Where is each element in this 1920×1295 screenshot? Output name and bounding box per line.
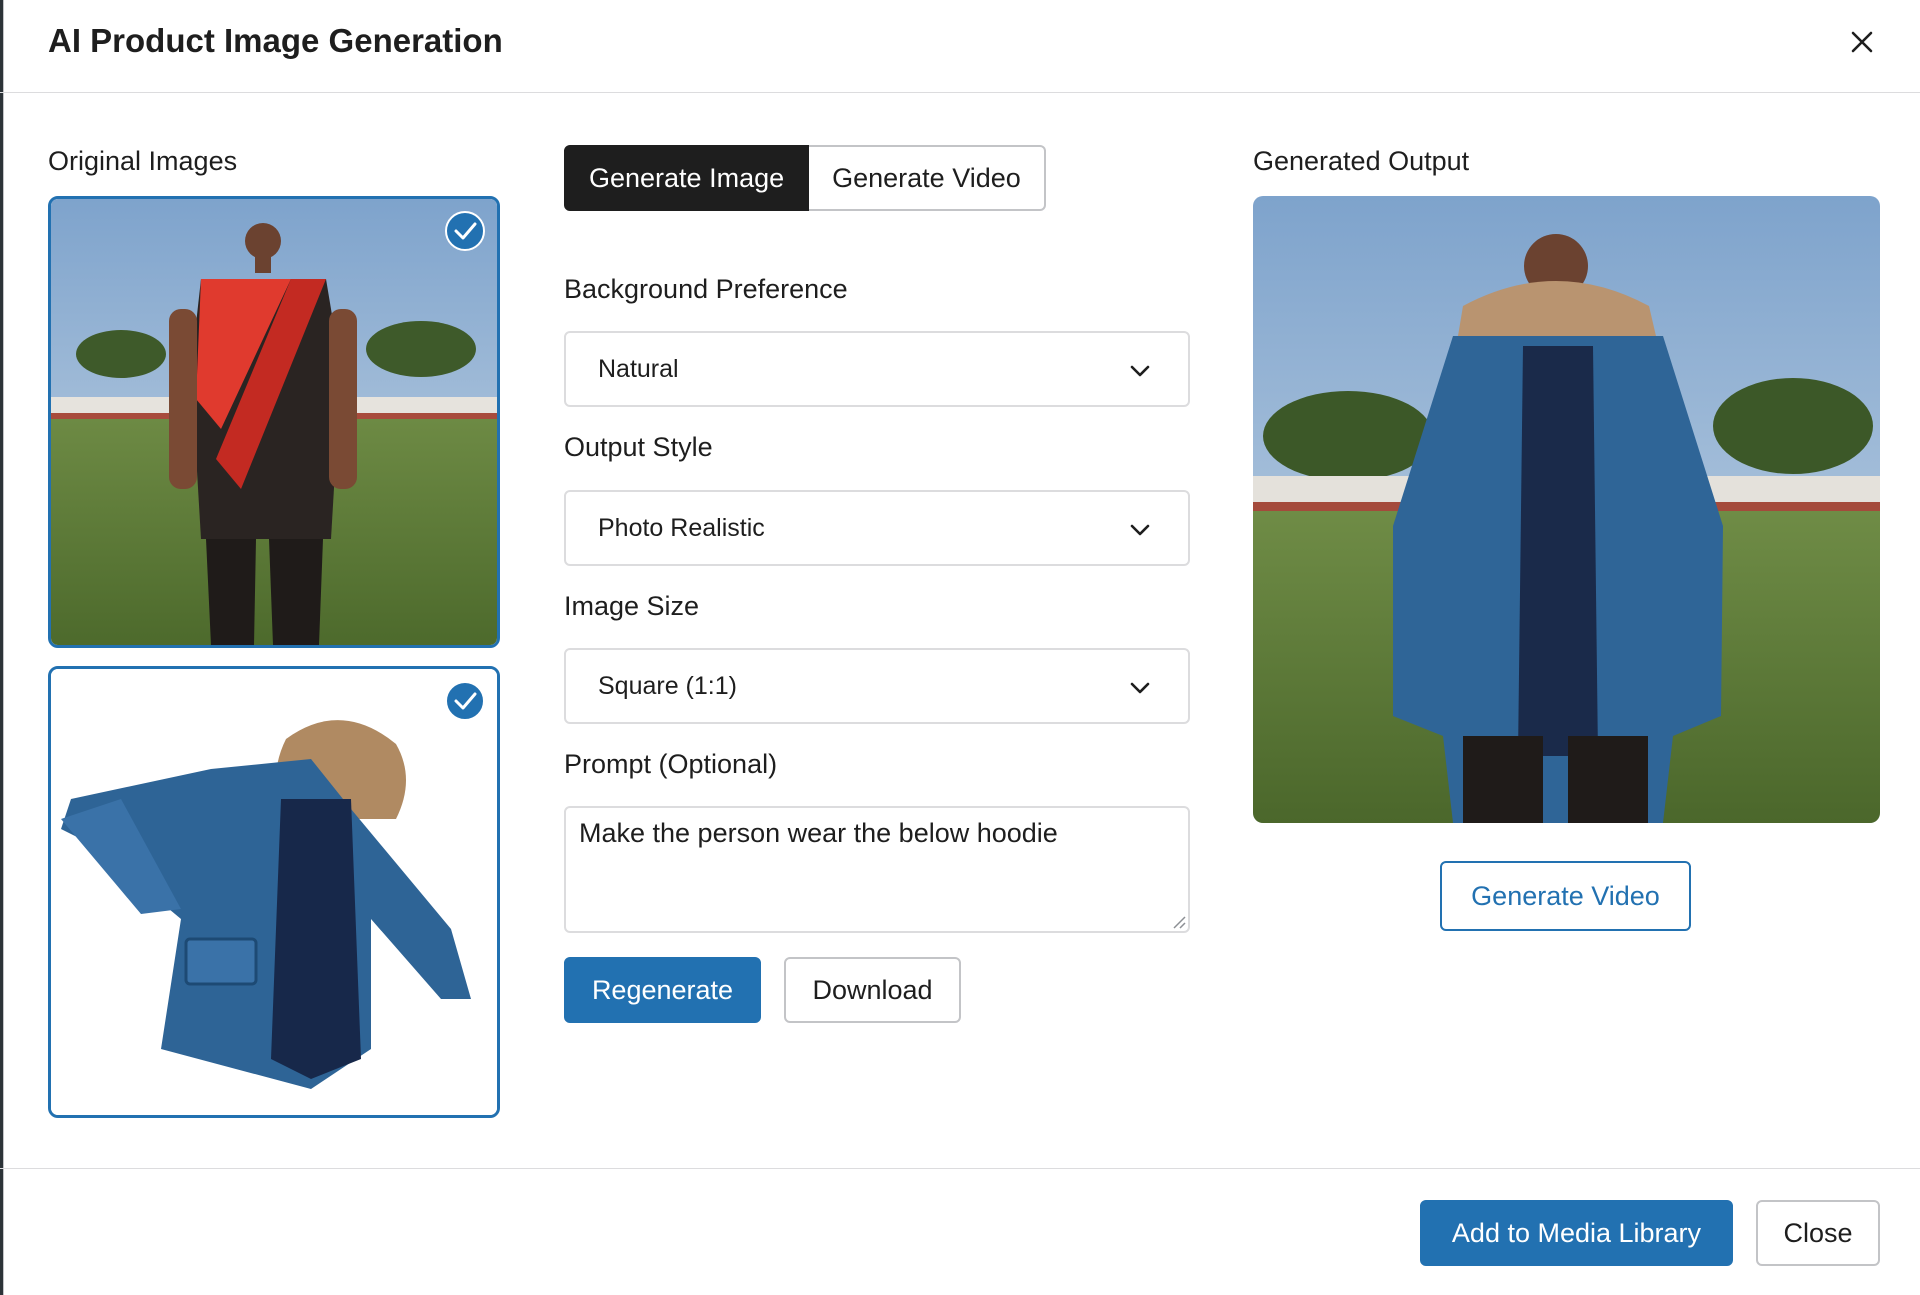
tab-generate-video[interactable]: Generate Video	[809, 145, 1046, 211]
chevron-down-icon	[1130, 365, 1150, 377]
tab-generate-image[interactable]: Generate Image	[564, 145, 810, 211]
modal-header: AI Product Image Generation	[0, 0, 1920, 93]
prompt-label: Prompt (Optional)	[564, 749, 778, 779]
selected-check-icon[interactable]	[445, 681, 485, 721]
chevron-down-icon	[1130, 682, 1150, 694]
background-preference-select[interactable]: Natural	[564, 331, 1190, 407]
output-style-select[interactable]: Photo Realistic	[564, 490, 1190, 566]
generate-video-button[interactable]: Generate Video	[1440, 861, 1691, 931]
generated-output-label: Generated Output	[1253, 146, 1470, 176]
original-images-label: Original Images	[48, 146, 238, 176]
output-style-label: Output Style	[564, 432, 713, 462]
original-image-jacket[interactable]	[48, 666, 500, 1118]
image-size-value: Square (1:1)	[598, 672, 737, 700]
original-image-person[interactable]	[48, 196, 500, 648]
prompt-text: Make the person wear the below hoodie	[579, 818, 1058, 848]
modal-title: AI Product Image Generation	[48, 22, 503, 59]
jacket-image	[51, 669, 497, 1115]
regenerate-button[interactable]: Regenerate	[564, 957, 761, 1023]
close-icon[interactable]	[1842, 22, 1882, 62]
generation-mode-tabs: Generate Image Generate Video	[564, 145, 1046, 211]
download-button[interactable]: Download	[784, 957, 961, 1023]
person-image	[51, 199, 497, 645]
background-preference-value: Natural	[598, 355, 679, 383]
background-preference-label: Background Preference	[564, 274, 848, 304]
add-to-media-library-button[interactable]: Add to Media Library	[1420, 1200, 1733, 1266]
window-left-border	[3, 0, 4, 1295]
chevron-down-icon	[1130, 524, 1150, 536]
selected-check-icon[interactable]	[445, 211, 485, 251]
image-size-select[interactable]: Square (1:1)	[564, 648, 1190, 724]
generated-person-image	[1253, 196, 1880, 823]
image-size-label: Image Size	[564, 591, 700, 621]
footer-divider	[0, 1168, 1920, 1169]
output-style-value: Photo Realistic	[598, 514, 765, 542]
prompt-textarea[interactable]: Make the person wear the below hoodie	[564, 806, 1190, 933]
generated-output-image	[1253, 196, 1880, 823]
resize-grip-icon[interactable]	[1170, 913, 1186, 929]
close-button[interactable]: Close	[1756, 1200, 1880, 1266]
